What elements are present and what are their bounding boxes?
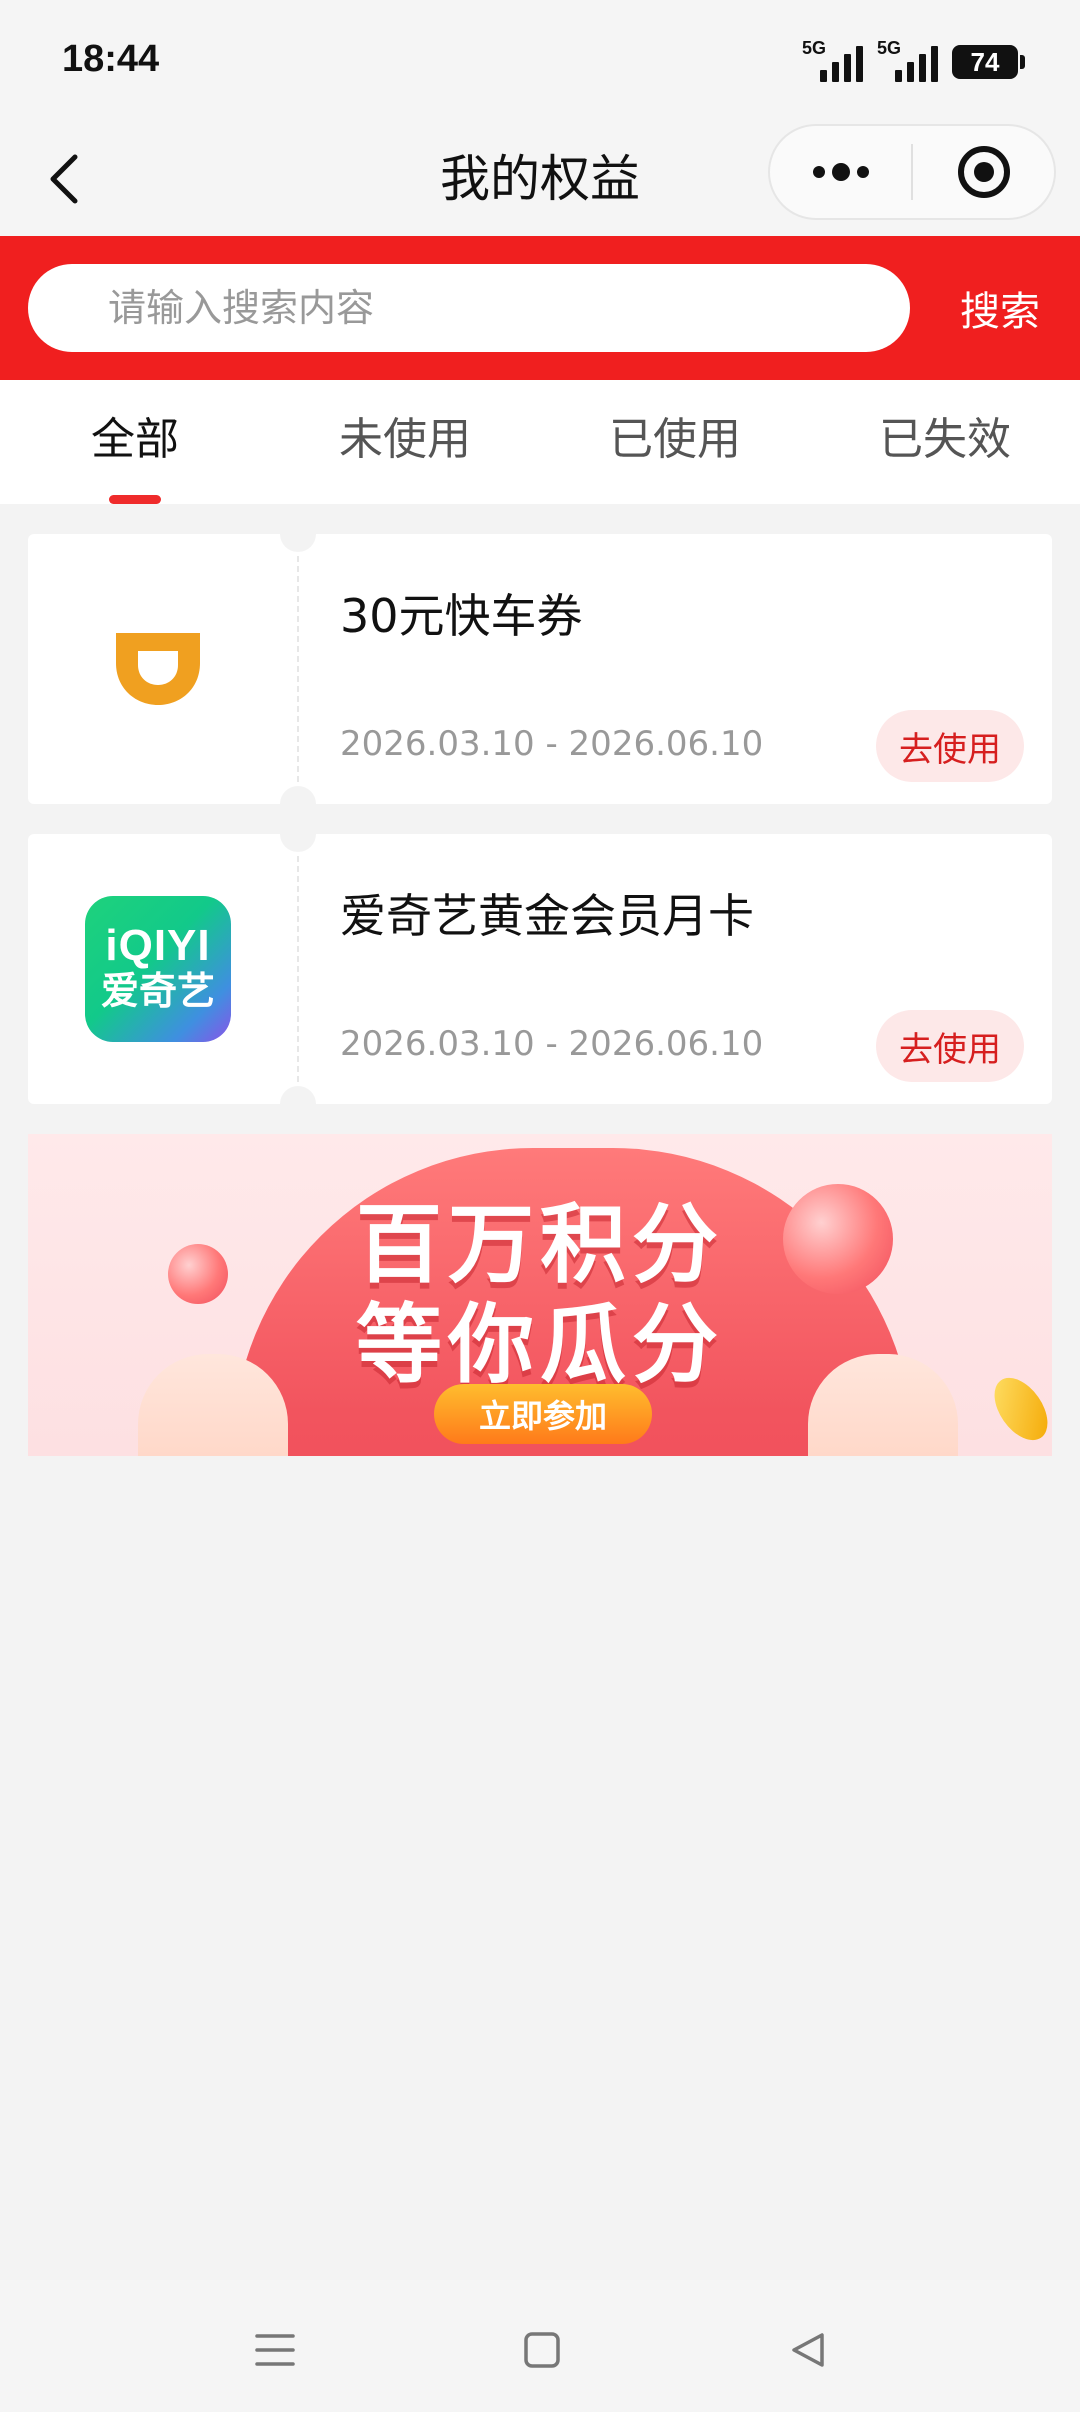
didi-logo-icon (116, 633, 200, 705)
target-circle-icon (957, 146, 1010, 198)
promo-banner[interactable]: 百万积分 等你瓜分 立即参加 (28, 1134, 1052, 1456)
coupon-validity: 2026.03.10 - 2026.06.10 (340, 724, 764, 764)
ticket-divider (297, 556, 299, 782)
tab-active-indicator (109, 495, 161, 504)
status-bar: 18:44 5G 5G 74 (0, 0, 1080, 120)
status-icons: 5G 5G 74 (802, 38, 1025, 84)
use-coupon-button[interactable]: 去使用 (876, 1010, 1024, 1082)
tab-label: 未使用 (339, 414, 471, 465)
join-now-button[interactable]: 立即参加 (434, 1384, 652, 1444)
coupon-logo (28, 534, 288, 804)
battery-icon: 74 (952, 45, 1025, 79)
tab-expired[interactable]: 已失效 (810, 380, 1080, 504)
tab-label: 已使用 (609, 414, 741, 465)
menu-lines-icon (255, 2334, 295, 2366)
banner-subheadline: 等你瓜分 (356, 1295, 724, 1395)
coupon-card[interactable]: 30元快车券 2026.03.10 - 2026.06.10 去使用 (28, 516, 1052, 822)
coupon-logo: iQIYI 爱奇艺 (28, 834, 288, 1104)
triangle-back-icon (792, 2333, 824, 2367)
ticket-divider (297, 856, 299, 1082)
close-mini-program-button[interactable] (913, 126, 1054, 218)
coupon-validity: 2026.03.10 - 2026.06.10 (340, 1024, 764, 1064)
iqiyi-logo-icon: iQIYI 爱奇艺 (85, 896, 231, 1042)
tab-unused[interactable]: 未使用 (270, 380, 540, 504)
recent-apps-button[interactable] (235, 2310, 315, 2390)
square-icon (524, 2332, 560, 2368)
tab-label: 全部 (91, 414, 179, 465)
search-input[interactable] (28, 264, 910, 352)
nav-bar: 我的权益 (0, 120, 1080, 236)
signal-icon: 5G (802, 38, 863, 82)
tab-bar: 全部 未使用 已使用 已失效 (0, 380, 1080, 504)
home-button[interactable] (502, 2310, 582, 2390)
search-bar: 搜索 (0, 236, 1080, 380)
system-nav-bar (0, 2280, 1080, 2412)
signal-icon: 5G (877, 38, 938, 82)
coupon-name: 爱奇艺黄金会员月卡 (340, 889, 754, 943)
system-back-button[interactable] (768, 2310, 848, 2390)
search-button[interactable]: 搜索 (920, 264, 1080, 352)
use-coupon-button[interactable]: 去使用 (876, 710, 1024, 782)
tab-all[interactable]: 全部 (0, 380, 270, 504)
more-dots-icon (812, 163, 869, 181)
coupon-name: 30元快车券 (340, 589, 583, 643)
coupon-card[interactable]: iQIYI 爱奇艺 爱奇艺黄金会员月卡 2026.03.10 - 2026.06… (28, 816, 1052, 1122)
tab-used[interactable]: 已使用 (540, 380, 810, 504)
more-button[interactable] (770, 126, 911, 218)
status-time: 18:44 (62, 38, 160, 80)
tab-label: 已失效 (879, 414, 1011, 465)
mini-program-capsule (768, 124, 1056, 220)
